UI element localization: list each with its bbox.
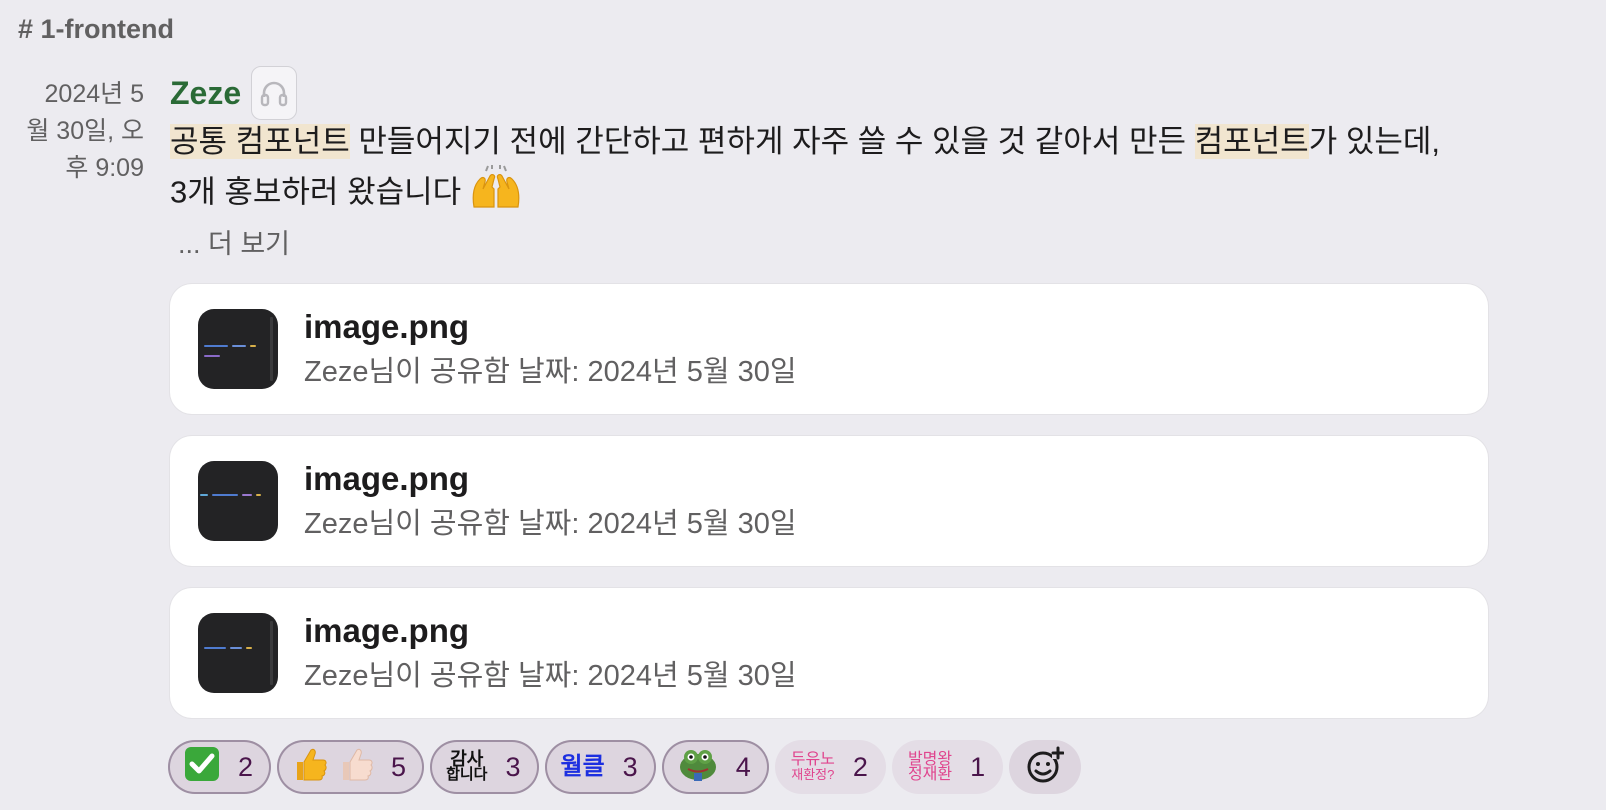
- reaction-thumbs-up[interactable]: 5: [277, 740, 425, 794]
- show-more-link[interactable]: ... 더 보기: [178, 226, 1590, 262]
- reaction-count: 2: [852, 751, 868, 782]
- highlighted-term: 공통 컴포넌트: [170, 124, 350, 159]
- reaction-count: 2: [238, 751, 254, 782]
- file-meta: Zeze님이 공유함 날짜: 2024년 5월 30일: [304, 356, 797, 388]
- thumbs-up-icon: [293, 746, 327, 789]
- emoji-text-top: 발명왕: [907, 751, 953, 768]
- emoji-text-bottom: 합니다: [446, 766, 488, 783]
- file-name[interactable]: image.png: [304, 304, 797, 350]
- file-attachment[interactable]: image.png Zeze님이 공유함 날짜: 2024년 5월 30일: [170, 588, 1488, 718]
- author-name[interactable]: Zeze: [170, 75, 241, 112]
- reaction-check[interactable]: 2: [168, 740, 272, 794]
- reaction-do-you-know[interactable]: 두유노 재환정? 2: [774, 740, 886, 794]
- reaction-inventor[interactable]: 발명왕 정재환 1: [891, 740, 1004, 794]
- emoji-text-bottom: 재환정?: [791, 767, 835, 782]
- thanks-emoji: 감사 합니다: [446, 749, 488, 783]
- file-thumbnail[interactable]: [198, 461, 278, 541]
- thumbs-up-light-icon: [339, 746, 373, 789]
- emoji-text-top: 월클: [560, 753, 605, 780]
- file-attachment[interactable]: image.png Zeze님이 공유함 날짜: 2024년 5월 30일: [170, 284, 1488, 414]
- message-text: 가 있는데,: [1308, 124, 1441, 159]
- file-meta: Zeze님이 공유함 날짜: 2024년 5월 30일: [304, 508, 797, 540]
- emoji-text-bottom: 정재환: [907, 766, 953, 783]
- worldclass-emoji: 월클: [561, 753, 605, 781]
- reaction-count: 5: [391, 751, 407, 782]
- message-line-2: 3개 홍보하러 왔습니다: [170, 165, 1590, 224]
- reaction-worldclass[interactable]: 월클 3: [544, 740, 656, 794]
- file-thumbnail[interactable]: [198, 309, 278, 389]
- reaction-count: 3: [505, 751, 521, 782]
- channel-name[interactable]: # 1-frontend: [18, 14, 174, 45]
- add-emoji-icon: [1026, 746, 1065, 789]
- raising-hands-icon: [470, 165, 522, 224]
- reaction-bar: 2 5 감사 합니다 3 월클 3 4 두유노 재환정? 2 발명왕 정재환 1: [168, 740, 1082, 794]
- message: Zeze 공통 컴포넌트 만들어지기 전에 간단하고 편하게 자주 쓸 수 있을…: [170, 66, 1590, 740]
- timestamp-line-1: 2024년 5: [44, 80, 144, 108]
- message-header: Zeze: [170, 66, 1590, 120]
- reaction-frog[interactable]: 4: [661, 740, 769, 794]
- highlighted-term: 컴포넌트: [1194, 124, 1309, 159]
- reaction-count: 4: [735, 751, 751, 782]
- file-attachment[interactable]: image.png Zeze님이 공유함 날짜: 2024년 5월 30일: [170, 436, 1488, 566]
- emoji-text-top: 두유노: [790, 751, 835, 768]
- file-list: image.png Zeze님이 공유함 날짜: 2024년 5월 30일 im…: [170, 284, 1590, 718]
- message-text: 만들어지기 전에 간단하고 편하게 자주 쓸 수 있을 것 같아서 만든: [349, 124, 1195, 159]
- headphones-icon[interactable]: [251, 66, 298, 120]
- reaction-count: 1: [970, 751, 986, 782]
- file-info: image.png Zeze님이 공유함 날짜: 2024년 5월 30일: [304, 304, 797, 394]
- add-reaction-button[interactable]: [1009, 740, 1082, 794]
- message-line-1: 공통 컴포넌트 만들어지기 전에 간단하고 편하게 자주 쓸 수 있을 것 같아…: [170, 118, 1590, 165]
- emoji-text-top: 감사: [450, 749, 484, 769]
- file-thumbnail[interactable]: [198, 613, 278, 693]
- file-meta: Zeze님이 공유함 날짜: 2024년 5월 30일: [304, 660, 797, 692]
- file-name[interactable]: image.png: [304, 608, 797, 654]
- timestamp-line-3: 후 9:09: [65, 154, 144, 182]
- file-name[interactable]: image.png: [304, 456, 797, 502]
- file-info: image.png Zeze님이 공유함 날짜: 2024년 5월 30일: [304, 608, 797, 698]
- inventor-emoji: 발명왕 정재환: [907, 751, 953, 783]
- message-timestamp[interactable]: 2024년 5 월 30일, 오 후 9:09: [14, 76, 144, 187]
- frog-icon: [678, 747, 718, 788]
- file-info: image.png Zeze님이 공유함 날짜: 2024년 5월 30일: [304, 456, 797, 546]
- reaction-count: 3: [622, 751, 638, 782]
- message-text: 3개 홍보하러 왔습니다: [170, 174, 470, 210]
- message-body: 공통 컴포넌트 만들어지기 전에 간단하고 편하게 자주 쓸 수 있을 것 같아…: [170, 118, 1590, 224]
- reaction-thanks[interactable]: 감사 합니다 3: [430, 740, 539, 794]
- white-check-mark-icon: [184, 746, 220, 789]
- do-you-know-emoji: 두유노 재환정?: [790, 751, 835, 783]
- timestamp-line-2: 월 30일, 오: [26, 117, 144, 145]
